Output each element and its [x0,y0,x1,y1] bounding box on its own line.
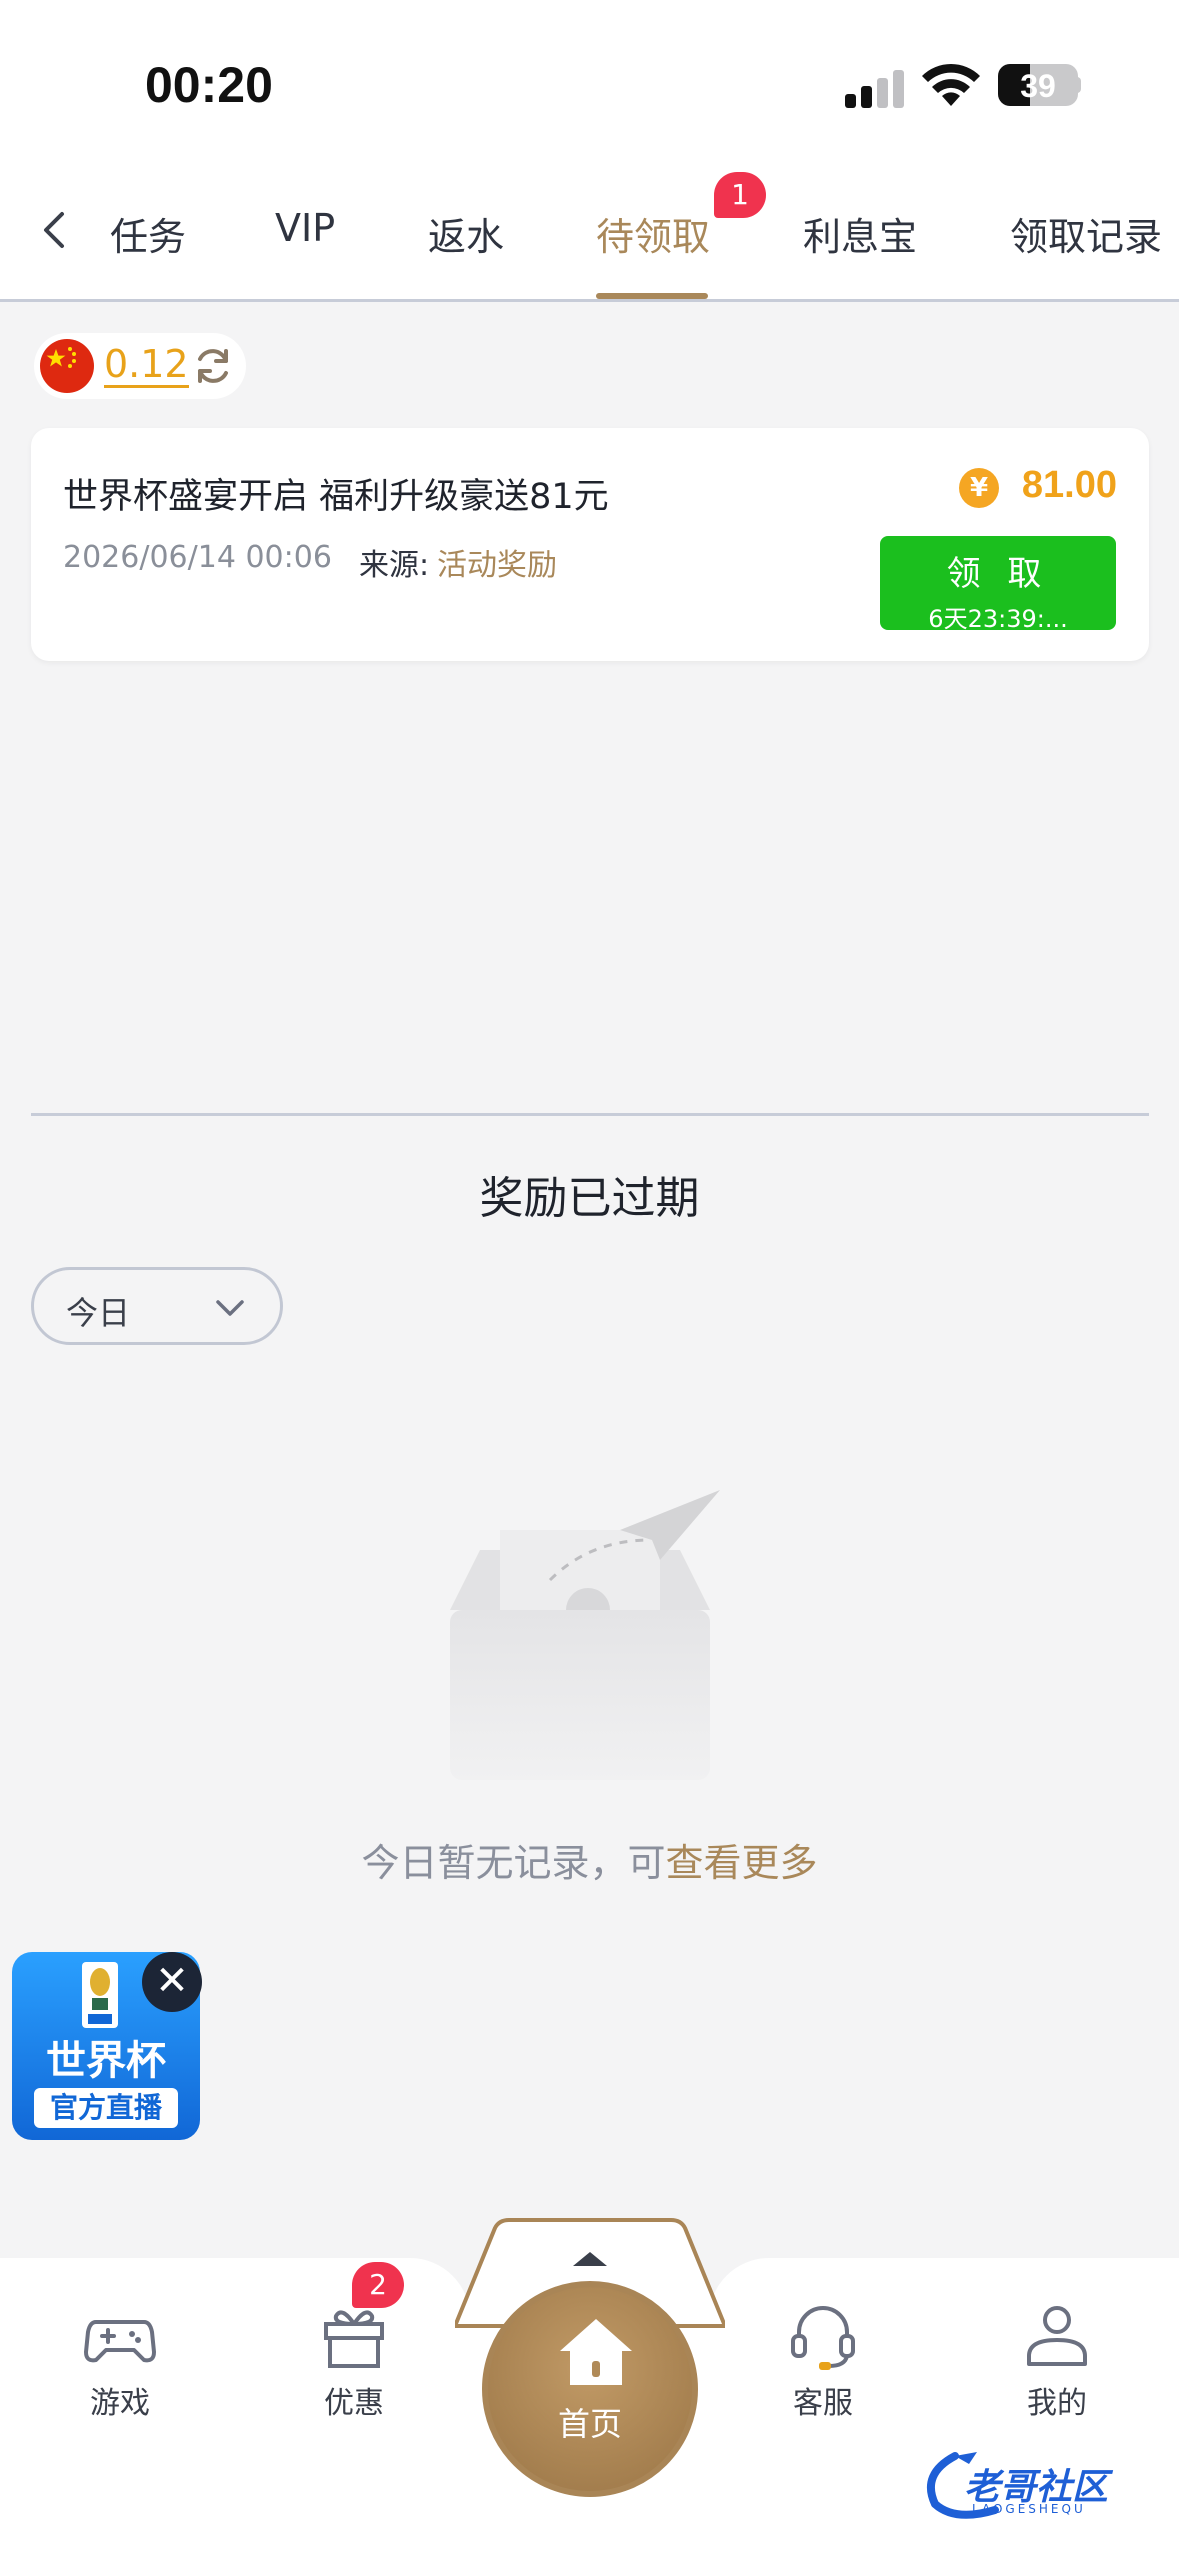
tab-interest[interactable]: 利息宝 [803,206,917,261]
reward-card: 世界杯盛宴开启 福利升级豪送81元 ¥ 81.00 2026/06/14 00:… [31,428,1149,661]
tab-task[interactable]: 任务 [110,206,186,261]
nav-home-label: 首页 [557,2405,622,2443]
expired-section-title: 奖励已过期 [479,1173,700,1224]
china-flag-icon [40,339,94,393]
nav-promotions[interactable]: 优惠 [274,2298,434,2422]
tab-bar: 任务 VIP 返水 待领取 利息宝 领取记录 [0,160,1179,302]
reward-date: 2026/06/14 00:06 [63,540,332,575]
gamepad-icon [84,2320,156,2363]
headset-icon [791,2306,855,2370]
nav-profile-label: 我的 [1027,2386,1087,2421]
tab-badge: 1 [714,172,766,218]
nav-games-label: 游戏 [90,2386,150,2421]
watermark-subtext: LAOGESHEQU [972,2502,1086,2516]
nav-support-label: 客服 [793,2386,853,2421]
refresh-icon[interactable] [192,345,234,387]
status-time: 00:20 [145,57,273,113]
worldcup-title: 世界杯 [46,2038,166,2084]
empty-box-icon [450,1490,720,1780]
date-filter-select[interactable]: 今日 [31,1267,283,1345]
section-divider [31,1113,1149,1116]
worldcup-subtitle: 官方直播 [34,2088,178,2128]
home-icon [560,2319,632,2385]
nav-promotions-label: 优惠 [324,2386,384,2421]
close-icon[interactable]: ✕ [142,1952,202,2012]
wifi-icon [922,63,980,106]
tab-vip[interactable]: VIP [275,206,335,250]
nav-games[interactable]: 游戏 [40,2298,200,2422]
status-bar: 00:20 39 [0,0,1179,160]
cellular-signal-icon [845,68,905,108]
balance-pill: 0.12 [34,333,246,399]
view-more-link[interactable]: 查看更多 [666,1841,818,1885]
claim-countdown: 6天23:39:... [928,605,1068,633]
tab-claim-history[interactable]: 领取记录 [1010,206,1162,261]
tab-rebate[interactable]: 返水 [428,206,504,261]
chevron-down-icon [216,1300,244,1316]
empty-message-text: 今日暂无记录，可 [361,1841,666,1885]
claim-label: 领 取 [946,554,1050,594]
nav-support[interactable]: 客服 [743,2298,903,2422]
nav-home[interactable]: 首页 [482,2281,698,2497]
active-tab-indicator [596,293,708,299]
battery-level: 39 [1020,68,1056,104]
date-filter-value: 今日 [66,1294,131,1332]
coin-icon: ¥ [959,468,999,508]
user-icon [1027,2306,1087,2366]
nav-profile[interactable]: 我的 [977,2298,1137,2422]
reward-source: 活动奖励 [437,548,557,583]
empty-message: 今日暂无记录，可查看更多 [0,1832,1179,1887]
reward-source-label: 来源: [359,548,430,583]
tab-pending[interactable]: 待领取 [596,206,710,261]
reward-title: 世界杯盛宴开启 福利升级豪送81元 [63,477,609,517]
claim-button[interactable]: 领 取 6天23:39:... [880,536,1116,633]
trophy-icon [82,1962,118,2028]
promo-badge: 2 [352,2262,404,2308]
gift-icon [324,2310,384,2368]
battery-icon: 39 [998,64,1078,106]
reward-amount: 81.00 [1021,464,1117,506]
balance-value: 0.12 [104,342,189,388]
back-arrow-icon[interactable] [34,208,78,252]
